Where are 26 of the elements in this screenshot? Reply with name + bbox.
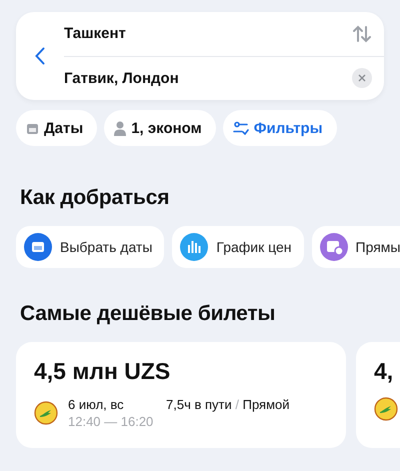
ticket-card[interactable]: 4, bbox=[356, 342, 400, 448]
calendar-icon bbox=[26, 122, 39, 134]
section-heading: Самые дешёвые билеты bbox=[20, 302, 276, 326]
filters-chip[interactable]: Фильтры bbox=[222, 110, 337, 146]
origin-field[interactable]: Ташкент bbox=[64, 25, 126, 42]
ticket-card[interactable]: 4,5 млн UZS 6 июл, вс 12:40 — 16:20 7,5ч в пути / Прямой bbox=[16, 342, 346, 448]
flight-duration: 7,5ч в пути / Прямой bbox=[166, 397, 290, 412]
ticket-price: 4, bbox=[374, 358, 394, 385]
dates-chip[interactable]: Даты bbox=[16, 110, 98, 146]
section-heading: Как добраться bbox=[20, 186, 170, 210]
flight-time: 12:40 — 16:20 bbox=[68, 414, 154, 429]
ticket-price: 4,5 млн UZS bbox=[34, 358, 172, 385]
passengers-chip[interactable]: 1, эконом bbox=[104, 110, 216, 146]
swap-icon[interactable] bbox=[352, 24, 372, 43]
close-icon bbox=[358, 74, 366, 82]
sliders-icon bbox=[232, 121, 249, 135]
airline-logo-icon bbox=[374, 397, 398, 421]
clear-button[interactable] bbox=[352, 68, 372, 88]
direct-chip[interactable]: Прямы bbox=[312, 226, 400, 268]
flight-date: 6 июл, вс bbox=[68, 397, 125, 412]
destination-field[interactable]: Гатвик, Лондон bbox=[64, 70, 179, 87]
calendar-chip[interactable]: Выбрать даты bbox=[16, 226, 164, 268]
chart-chip[interactable]: График цен bbox=[172, 226, 304, 268]
person-icon bbox=[114, 120, 126, 136]
back-icon bbox=[35, 47, 45, 65]
airline-logo-icon bbox=[34, 401, 58, 425]
